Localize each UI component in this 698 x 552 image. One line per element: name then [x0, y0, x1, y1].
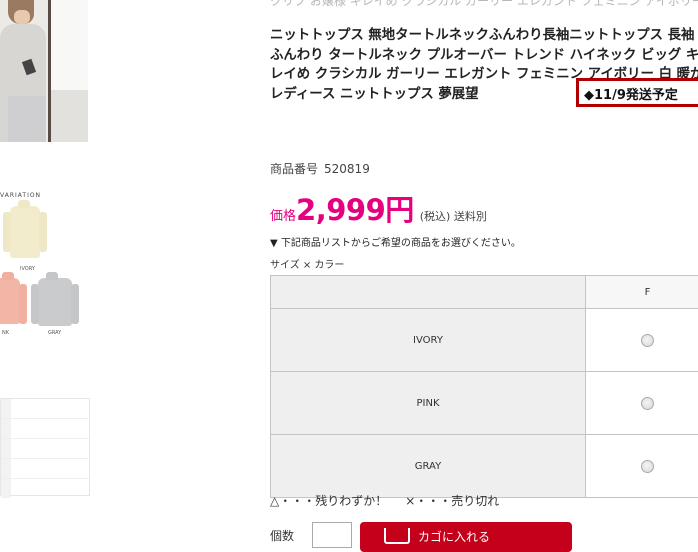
price-label: 価格 [270, 209, 296, 224]
quantity-input[interactable] [312, 522, 352, 548]
pink-sweater-image [0, 278, 20, 324]
variation-label-ivory: IVORY [20, 266, 35, 272]
color-cell-gray: GRAY [271, 435, 586, 498]
stock-table: F IVORY PINK GRAY [270, 275, 698, 498]
price-value: 2,999円 [296, 193, 414, 227]
cart-icon [384, 528, 410, 544]
product-subtitle: クリプ お嬢様 キレイめ クラシカル ガーリー エレガント フェミニン アイボリ… [270, 0, 698, 8]
add-to-cart-label: カゴに入れる [418, 528, 490, 545]
table-row: GRAY [271, 435, 698, 498]
variation-title: VARIATION [0, 192, 41, 199]
color-cell-ivory: IVORY [271, 309, 586, 372]
variation-label: サイズ × カラー [270, 256, 344, 271]
item-number-value: 520819 [324, 162, 370, 176]
table-row: IVORY [271, 309, 698, 372]
radio-pink-f[interactable] [641, 397, 654, 410]
legend-low-stock: △・・・残りわずか！ [270, 494, 387, 508]
shipping-date-badge: ◆11/9発送予定 [576, 78, 698, 107]
item-number: 商品番号 520819 [270, 160, 370, 177]
radio-gray-f[interactable] [641, 460, 654, 473]
item-number-label: 商品番号 [270, 162, 318, 176]
size-header-f: F [586, 276, 698, 309]
radio-ivory-f[interactable] [641, 334, 654, 347]
main-product-thumbnail[interactable] [0, 0, 88, 142]
variation-label-pink: NK [2, 330, 9, 336]
size-chart-thumbnail[interactable] [0, 398, 90, 496]
gray-sweater-image [38, 278, 72, 326]
quantity-label: 個数 [270, 527, 294, 544]
product-thumbnail-column: VARIATION IVORY NK GRAY [0, 0, 92, 534]
table-row: PINK [271, 372, 698, 435]
price-tax-note: (税込) 送料別 [420, 210, 487, 223]
product-detail: クリプ お嬢様 キレイめ クラシカル ガーリー エレガント フェミニン アイボリ… [270, 0, 698, 534]
price: 価格2,999円 (税込) 送料別 [270, 187, 487, 227]
variation-label-gray: GRAY [48, 330, 61, 336]
select-notice: ▼ 下記商品リストからご希望の商品をお選びください。 [270, 234, 521, 249]
ivory-sweater-image [10, 206, 40, 258]
legend-sold-out: ×・・・売り切れ [405, 494, 499, 508]
add-to-cart-button[interactable]: カゴに入れる [360, 522, 572, 552]
color-cell-pink: PINK [271, 372, 586, 435]
stock-legend: △・・・残りわずか！ ×・・・売り切れ [270, 492, 499, 509]
variation-thumbnail[interactable]: VARIATION IVORY NK GRAY [0, 190, 90, 360]
